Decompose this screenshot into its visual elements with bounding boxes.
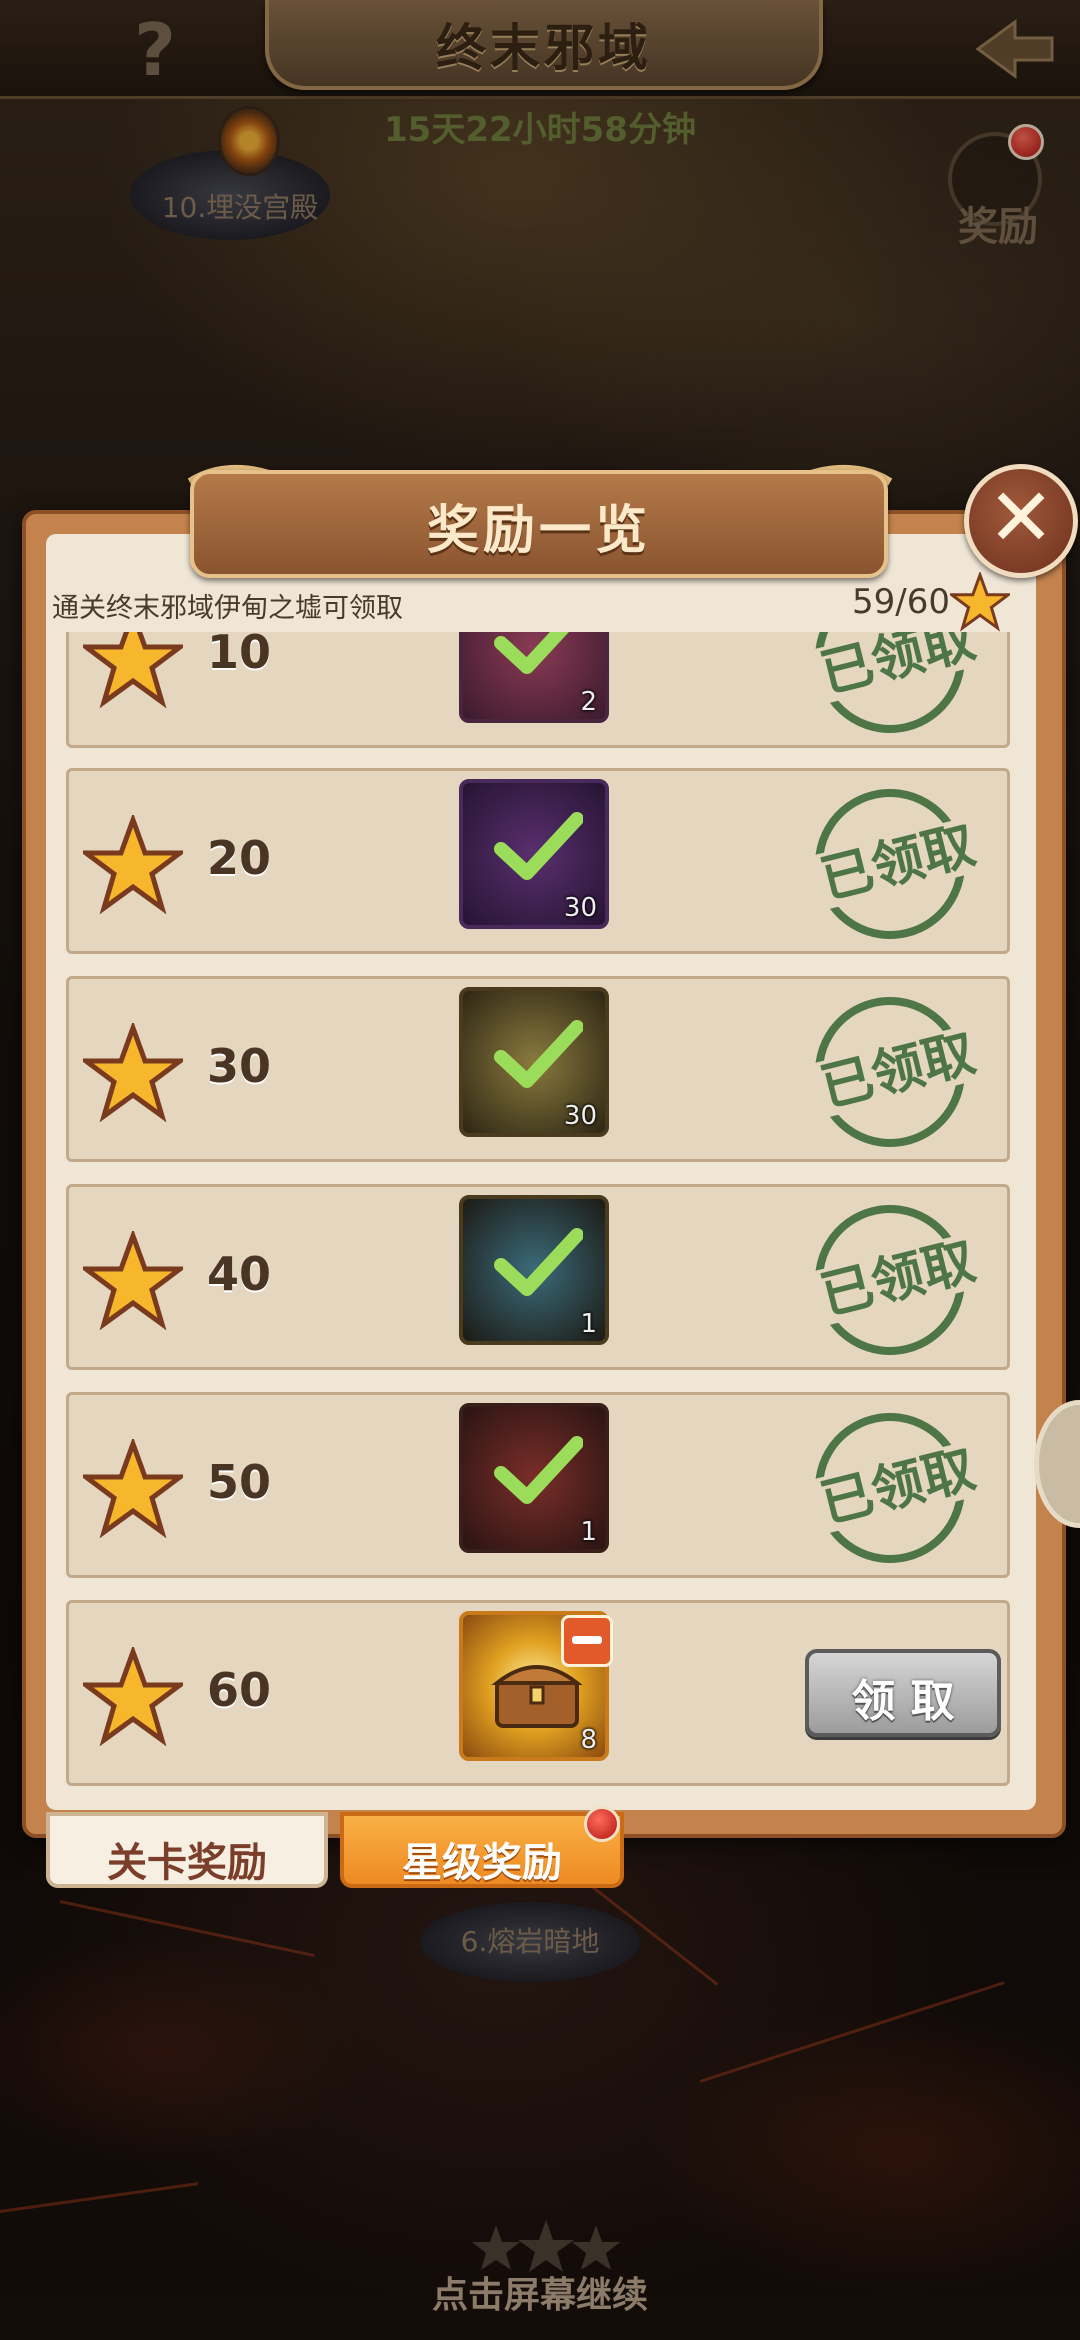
checkmark-icon xyxy=(494,1436,583,1504)
close-icon: ✕ xyxy=(987,471,1055,564)
reward-row: 10 2 已领取 xyxy=(66,632,1010,749)
claimed-stamp: 已领取 xyxy=(799,632,997,749)
claim-button[interactable]: 领 取 xyxy=(805,1649,1001,1737)
modal-header: 奖励一览 xyxy=(190,470,888,578)
checkmark-icon xyxy=(494,632,569,674)
tab-star-rewards-label: 星级奖励 xyxy=(402,1840,562,1886)
claim-button-label: 领 取 xyxy=(851,1676,955,1727)
item-count: 1 xyxy=(580,1517,597,1547)
tab-star-rewards[interactable]: 星级奖励 xyxy=(340,1806,624,1888)
claimed-stamp: 已领取 xyxy=(799,1189,997,1371)
reward-item-chest[interactable]: 1 xyxy=(459,1403,609,1553)
checkmark-icon xyxy=(494,812,583,880)
reward-item-golden-chest[interactable]: 8 xyxy=(459,1611,613,1761)
continue-hint: 点击屏幕继续 xyxy=(431,2275,648,2316)
minus-icon xyxy=(561,1615,613,1667)
claimed-stamp-label: 已领取 xyxy=(799,632,997,708)
reward-row: 50 1 已领取 xyxy=(66,1392,1010,1579)
star-requirement: 60 xyxy=(207,1663,272,1717)
claimed-stamp-label: 已领取 xyxy=(799,1228,997,1330)
modal-description: 通关终末邪域伊甸之墟可领取 xyxy=(52,593,403,624)
star-requirement: 50 xyxy=(207,1455,272,1509)
reward-row: 60 8 领 取 xyxy=(66,1600,1010,1786)
star-requirement: 40 xyxy=(207,1247,272,1301)
reward-item-potion[interactable]: 30 xyxy=(459,779,609,929)
item-count: 30 xyxy=(563,1101,597,1131)
reward-item-gift[interactable]: 2 xyxy=(459,632,609,723)
item-count: 1 xyxy=(580,1309,597,1339)
star-icon xyxy=(83,1231,183,1331)
reward-row: 40 1 已领取 xyxy=(66,1184,1010,1371)
claimed-stamp-label: 已领取 xyxy=(799,1436,997,1538)
checkmark-icon xyxy=(494,1228,583,1296)
claimed-stamp: 已领取 xyxy=(799,773,997,955)
star-requirement: 20 xyxy=(207,831,272,885)
notification-dot xyxy=(584,1806,620,1842)
star-requirement: 30 xyxy=(207,1039,272,1093)
star-icon xyxy=(83,632,183,709)
item-count: 8 xyxy=(580,1725,597,1755)
star-icon xyxy=(83,1647,183,1747)
close-button[interactable]: ✕ xyxy=(964,464,1078,578)
tab-stage-rewards[interactable]: 关卡奖励 xyxy=(46,1812,328,1888)
claimed-stamp: 已领取 xyxy=(799,981,997,1163)
star-requirement: 10 xyxy=(207,632,272,679)
reward-row: 20 30 已领取 xyxy=(66,768,1010,955)
item-count: 30 xyxy=(563,893,597,923)
claimed-stamp: 已领取 xyxy=(799,1397,997,1579)
star-icon xyxy=(83,1023,183,1123)
claimed-stamp-label: 已领取 xyxy=(799,812,997,914)
modal-title: 奖励一览 xyxy=(426,501,651,561)
star-icon xyxy=(83,1439,183,1539)
reward-item-rune[interactable]: 1 xyxy=(459,1195,609,1345)
star-icon xyxy=(950,572,1010,632)
star-icon xyxy=(83,815,183,915)
star-progress: 59/60 xyxy=(852,582,950,622)
reward-row: 30 30 已领取 xyxy=(66,976,1010,1163)
checkmark-icon xyxy=(494,1020,583,1088)
reward-list[interactable]: 10 2 已领取 20 30 已领取 30 30 已领取 40 1 已领取 50… xyxy=(50,632,1030,1792)
tab-stage-rewards-label: 关卡奖励 xyxy=(107,1840,267,1886)
item-count: 2 xyxy=(580,687,597,717)
claimed-stamp-label: 已领取 xyxy=(799,1020,997,1122)
reward-item-crystal[interactable]: 30 xyxy=(459,987,609,1137)
